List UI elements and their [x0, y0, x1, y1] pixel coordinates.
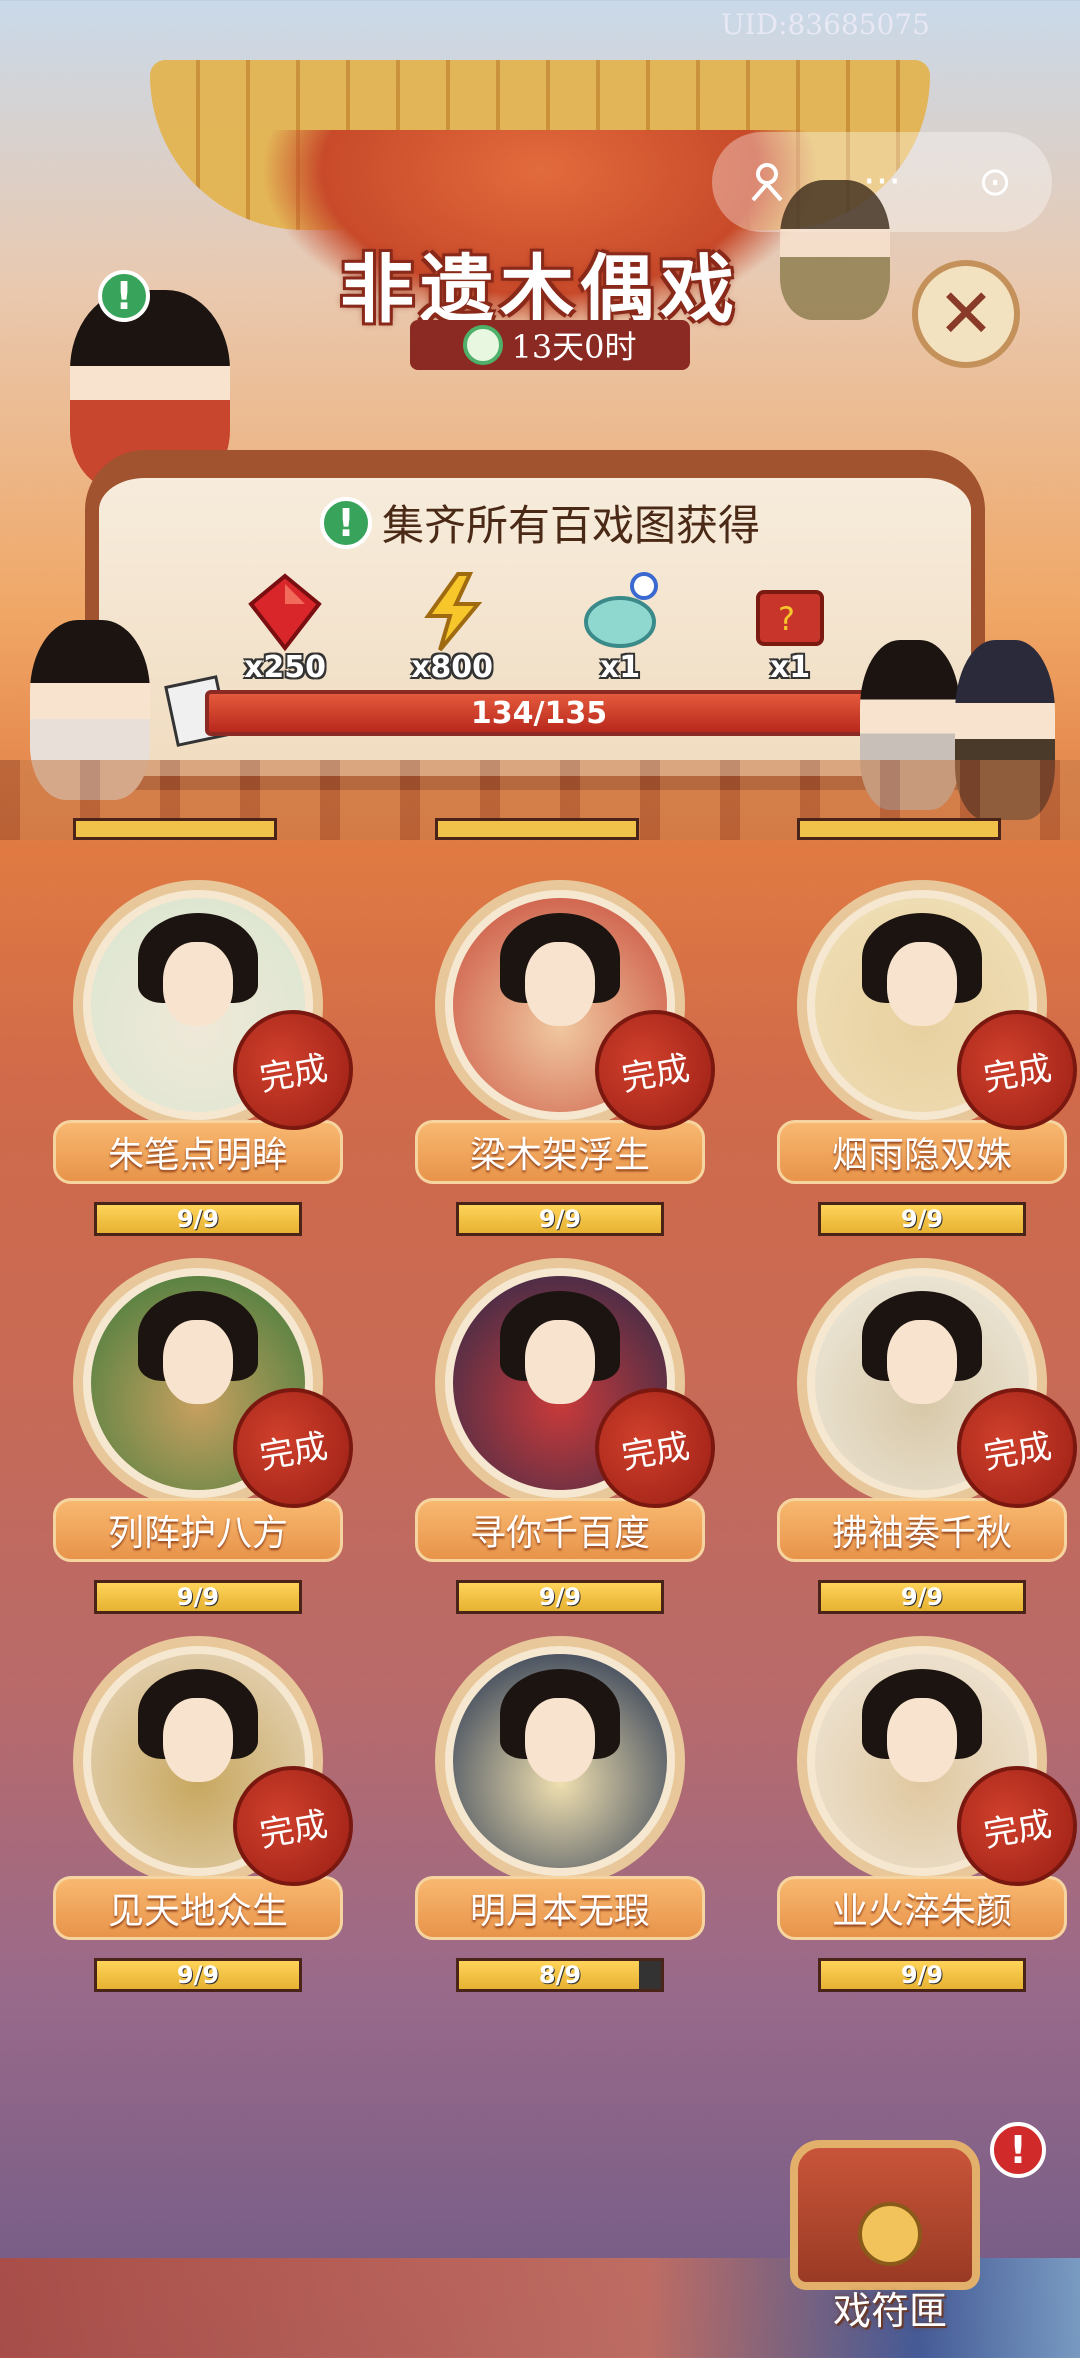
- story-card[interactable]: 朱笔点明眸 9/9 完成: [53, 880, 363, 1240]
- story-card[interactable]: 业火淬朱颜 9/9 完成: [777, 1636, 1080, 1996]
- story-card[interactable]: 明月本无瑕 8/9: [415, 1636, 705, 1996]
- story-card[interactable]: 列阵护八方 9/9 完成: [53, 1258, 363, 1618]
- countdown-text: 13天0时: [511, 328, 637, 366]
- card-progress-text: 9/9: [900, 1583, 944, 1611]
- story-card[interactable]: 梁木架浮生 9/9 完成: [415, 880, 725, 1240]
- mystery-chest-icon: ?: [756, 590, 824, 646]
- card-progress-text: 9/9: [538, 1583, 582, 1611]
- portrait-face: [525, 941, 595, 1026]
- card-progress-bar: 9/9: [94, 1202, 302, 1236]
- card-progress-text: 9/9: [176, 1583, 220, 1611]
- portrait-face: [163, 941, 233, 1026]
- alert-icon[interactable]: !: [990, 2122, 1046, 2178]
- story-card[interactable]: 拂袖奏千秋 9/9 完成: [777, 1258, 1080, 1618]
- close-miniprogram-icon[interactable]: ⊙: [940, 132, 1050, 232]
- user-id-label: UID:83685075: [720, 8, 930, 41]
- chest-label: 戏符匣: [832, 2289, 947, 2333]
- portrait-face: [525, 1697, 595, 1782]
- card-progress-text: 8/9: [538, 1961, 582, 1989]
- card-progress-bar: 9/9: [818, 1958, 1026, 1992]
- clock-icon: [463, 325, 504, 365]
- alert-icon: !: [319, 496, 372, 549]
- card-title: 明月本无瑕: [415, 1876, 705, 1940]
- svg-text:?: ?: [778, 600, 795, 638]
- reward-quantity: x1: [599, 650, 641, 685]
- partial-card-progress: [797, 818, 1001, 840]
- collection-heading-text: 集齐所有百戏图获得: [381, 501, 760, 550]
- card-portrait-frame: [435, 1636, 685, 1886]
- portrait-face: [887, 941, 957, 1026]
- collection-progress-bar: 134/135: [205, 690, 873, 736]
- card-progress-bar: 9/9: [456, 1580, 664, 1614]
- reward-lightning[interactable]: x800: [392, 570, 512, 685]
- card-progress-bar: 9/9: [456, 1202, 664, 1236]
- chest-lock-icon: [858, 2202, 922, 2266]
- card-progress-text: 9/9: [538, 1205, 582, 1233]
- card-progress-text: 9/9: [176, 1205, 220, 1233]
- card-progress-bar: 9/9: [818, 1202, 1026, 1236]
- story-card[interactable]: 烟雨隐双姝 9/9 完成: [777, 880, 1080, 1240]
- card-portrait-art: [453, 1654, 667, 1868]
- reward-quantity: x800: [411, 650, 493, 685]
- collection-heading: ! 集齐所有百戏图获得: [0, 492, 1080, 553]
- lightning-icon: [424, 572, 483, 652]
- red-gem-icon: [248, 573, 322, 652]
- card-progress-bar: 9/9: [94, 1958, 302, 1992]
- reward-quantity: x250: [244, 650, 326, 685]
- portrait-face: [163, 1697, 233, 1782]
- collection-progress-text: 134/135: [470, 695, 608, 731]
- portrait-face: [525, 1319, 595, 1404]
- card-progress-bar: 9/9: [94, 1580, 302, 1614]
- countdown-timer: 13天0时: [410, 320, 690, 370]
- reward-red-gem[interactable]: x250: [225, 570, 345, 685]
- portrait-face: [887, 1697, 957, 1782]
- story-card[interactable]: 寻你千百度 9/9 完成: [415, 1258, 725, 1618]
- card-progress-bar: 8/9: [456, 1958, 664, 1992]
- card-progress-text: 9/9: [900, 1205, 944, 1233]
- reward-mystery-chest[interactable]: ? x1: [730, 570, 850, 685]
- jade-ornament-icon: [584, 572, 658, 648]
- opera-token-chest-button[interactable]: [790, 2140, 980, 2290]
- story-card[interactable]: 见天地众生 9/9 完成: [53, 1636, 363, 1996]
- card-progress-text: 9/9: [176, 1961, 220, 1989]
- reward-quantity: x1: [769, 650, 811, 685]
- portrait-face: [887, 1319, 957, 1404]
- reward-jade-ornament[interactable]: x1: [560, 570, 680, 685]
- card-progress-bar: 9/9: [818, 1580, 1026, 1614]
- portrait-face: [163, 1319, 233, 1404]
- partial-card-progress: [73, 818, 277, 840]
- card-progress-text: 9/9: [900, 1961, 944, 1989]
- partial-card-progress: [435, 818, 639, 840]
